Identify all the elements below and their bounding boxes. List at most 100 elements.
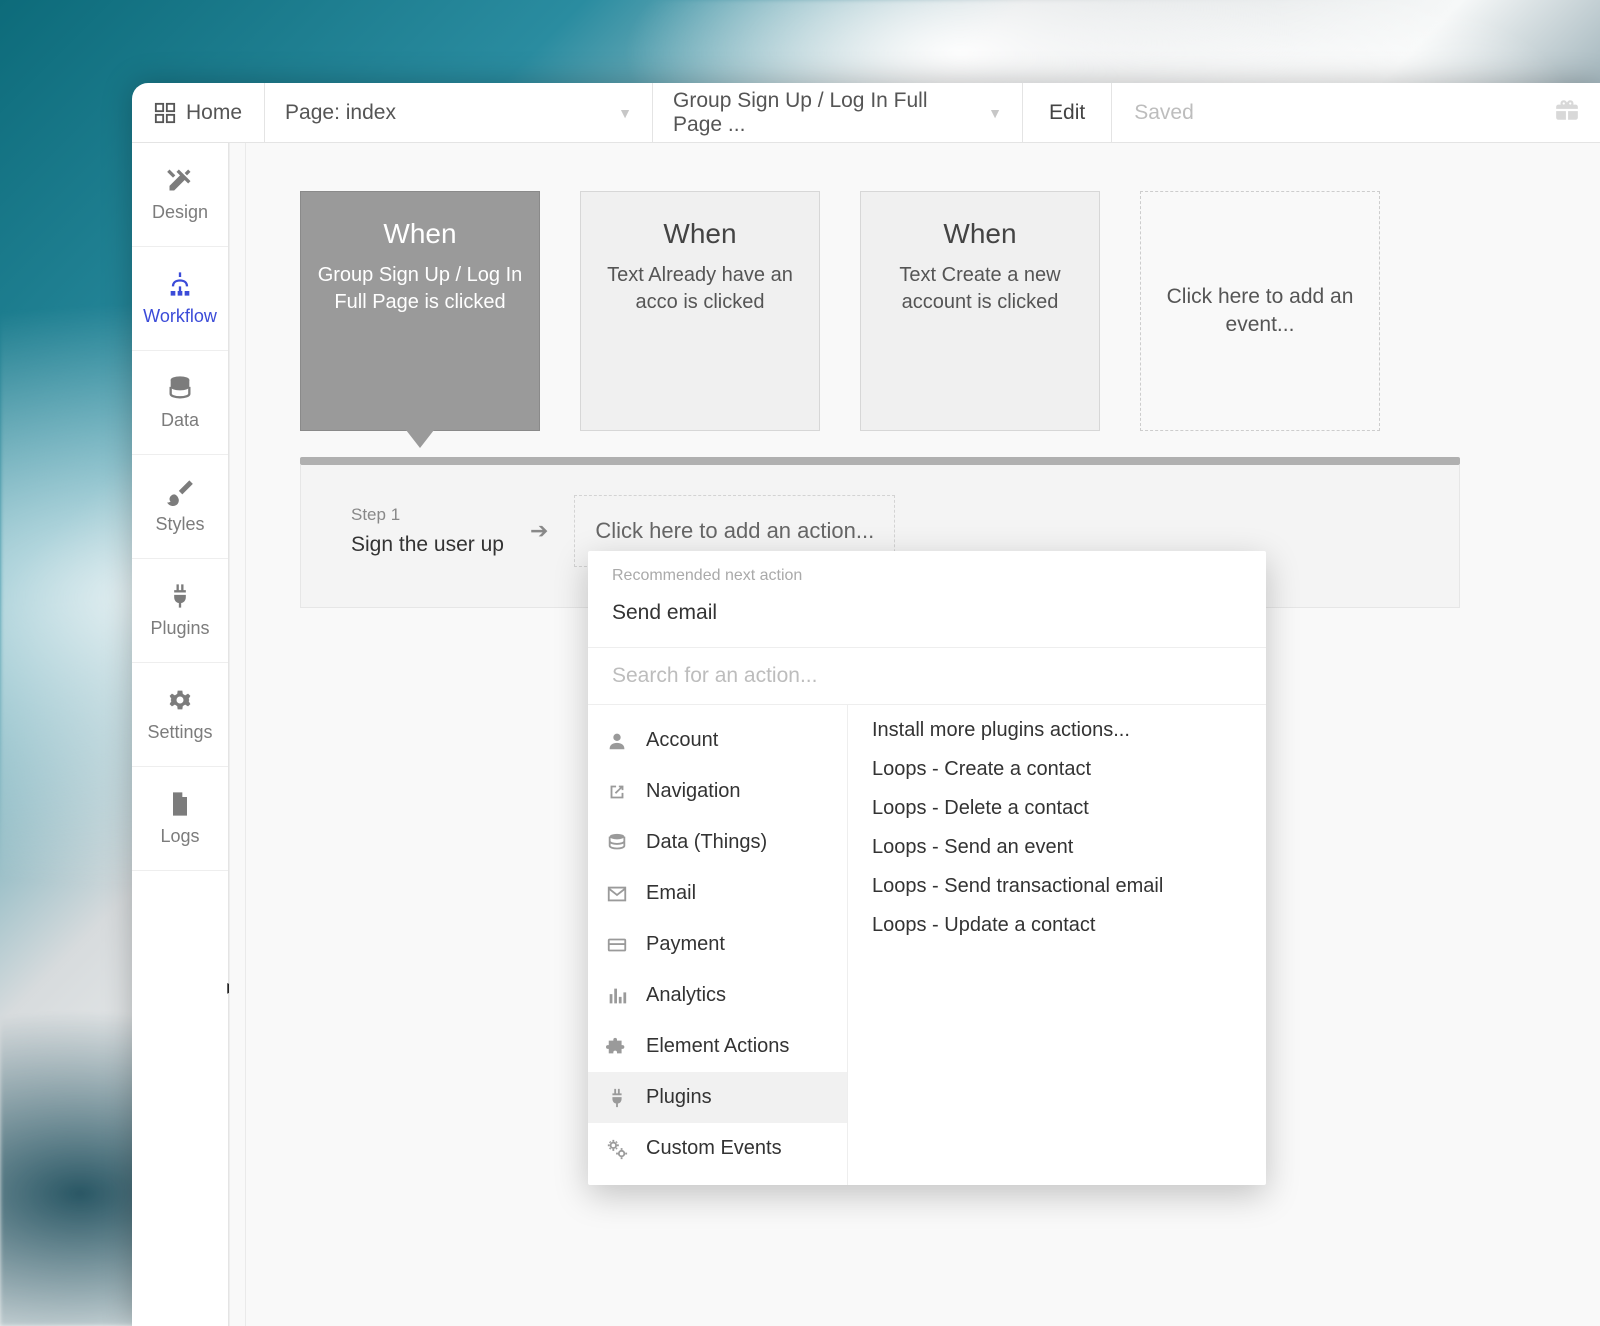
category-navigation[interactable]: Navigation: [588, 766, 847, 817]
database-icon: [606, 832, 628, 854]
event-eyebrow: When: [663, 218, 736, 250]
envelope-icon: [606, 883, 628, 905]
gift-icon: [1554, 97, 1580, 123]
add-action-label: Click here to add an action...: [595, 518, 874, 543]
category-label: Custom Events: [646, 1137, 782, 1160]
editor-body: Design Workflow Data Styles Plugins Sett…: [132, 143, 1600, 1326]
add-event-card[interactable]: Click here to add an event...: [1140, 191, 1380, 431]
event-eyebrow: When: [383, 218, 456, 250]
pencil-ruler-icon: [166, 166, 194, 194]
sidebar-item-label: Plugins: [150, 618, 209, 639]
category-label: Email: [646, 882, 696, 905]
event-card[interactable]: When Text Already have an acco is clicke…: [580, 191, 820, 431]
category-data[interactable]: Data (Things): [588, 817, 847, 868]
sidebar-item-plugins[interactable]: Plugins: [132, 559, 228, 663]
category-element-actions[interactable]: Element Actions: [588, 1021, 847, 1072]
saved-label: Saved: [1134, 101, 1194, 124]
action-item[interactable]: Loops - Send transactional email: [872, 875, 1242, 898]
category-plugins[interactable]: Plugins: [588, 1072, 847, 1123]
sidebar-item-label: Data: [161, 410, 199, 431]
event-description: Text Create a new account is clicked: [877, 262, 1083, 316]
event-eyebrow: When: [943, 218, 1016, 250]
recommended-action[interactable]: Send email: [612, 591, 1242, 641]
puzzle-icon: [606, 1036, 628, 1058]
sidebar-item-label: Workflow: [143, 306, 217, 327]
sidebar-item-data[interactable]: Data: [132, 351, 228, 455]
chevron-down-icon: ▼: [618, 105, 632, 121]
sidebar-item-logs[interactable]: Logs: [132, 767, 228, 871]
panel-body: Account Navigation Data (Things): [588, 705, 1266, 1185]
recommended-label: Recommended next action: [612, 567, 1242, 585]
action-item[interactable]: Loops - Update a contact: [872, 914, 1242, 937]
category-label: Navigation: [646, 780, 741, 803]
category-label: Data (Things): [646, 831, 767, 854]
plug-icon: [606, 1087, 628, 1109]
sidebar-item-design[interactable]: Design: [132, 143, 228, 247]
category-email[interactable]: Email: [588, 868, 847, 919]
action-item[interactable]: Loops - Send an event: [872, 836, 1242, 859]
sitemap-icon: [166, 270, 194, 298]
element-selector[interactable]: Group Sign Up / Log In Full Page ... ▼: [653, 83, 1023, 142]
step-title: Sign the user up: [351, 533, 504, 557]
events-row: When Group Sign Up / Log In Full Page is…: [300, 191, 1600, 431]
external-link-icon: [606, 781, 628, 803]
action-item[interactable]: Loops - Delete a contact: [872, 797, 1242, 820]
add-event-label: Click here to add an event...: [1165, 283, 1355, 340]
panel-header: Recommended next action Send email: [588, 551, 1266, 647]
timeline-strip: [300, 457, 1460, 465]
edit-label: Edit: [1049, 101, 1085, 125]
gift-button[interactable]: [1534, 97, 1600, 129]
category-label: Element Actions: [646, 1035, 789, 1058]
category-custom-events[interactable]: Custom Events: [588, 1123, 847, 1174]
save-status: Saved: [1112, 101, 1216, 125]
edit-button[interactable]: Edit: [1023, 83, 1112, 142]
category-account[interactable]: Account: [588, 715, 847, 766]
sidebar-item-label: Logs: [160, 826, 199, 847]
category-label: Payment: [646, 933, 725, 956]
element-selector-label: Group Sign Up / Log In Full Page ...: [673, 89, 978, 137]
page-selector-label: Page: index: [285, 101, 396, 125]
event-card[interactable]: When Text Create a new account is clicke…: [860, 191, 1100, 431]
editor-window: Home Page: index ▼ Group Sign Up / Log I…: [132, 83, 1600, 1326]
action-item[interactable]: Loops - Create a contact: [872, 758, 1242, 781]
home-label: Home: [186, 101, 242, 125]
sidebar-item-label: Styles: [155, 514, 204, 535]
category-payment[interactable]: Payment: [588, 919, 847, 970]
sidebar: Design Workflow Data Styles Plugins Sett…: [132, 143, 229, 1326]
sidebar-item-workflow[interactable]: Workflow: [132, 247, 228, 351]
category-column: Account Navigation Data (Things): [588, 705, 848, 1185]
category-label: Account: [646, 729, 718, 752]
page-selector[interactable]: Page: index ▼: [265, 83, 653, 142]
event-description: Group Sign Up / Log In Full Page is clic…: [317, 262, 523, 316]
user-icon: [606, 730, 628, 752]
panel-search: [588, 647, 1266, 705]
category-analytics[interactable]: Analytics: [588, 970, 847, 1021]
arrow-right-icon: ➔: [530, 518, 548, 544]
plug-icon: [166, 582, 194, 610]
action-picker-panel: Recommended next action Send email Accou…: [588, 551, 1266, 1185]
workflow-canvas: When Group Sign Up / Log In Full Page is…: [229, 143, 1600, 1326]
sidebar-item-settings[interactable]: Settings: [132, 663, 228, 767]
database-icon: [166, 374, 194, 402]
event-card[interactable]: When Group Sign Up / Log In Full Page is…: [300, 191, 540, 431]
home-button[interactable]: Home: [132, 83, 265, 142]
sidebar-item-styles[interactable]: Styles: [132, 455, 228, 559]
sidebar-item-label: Settings: [147, 722, 212, 743]
chevron-down-icon: ▼: [988, 105, 1002, 121]
step-card[interactable]: Step 1 Sign the user up: [351, 505, 504, 557]
step-label: Step 1: [351, 505, 504, 525]
file-icon: [166, 790, 194, 818]
event-description: Text Already have an acco is clicked: [597, 262, 803, 316]
credit-card-icon: [606, 934, 628, 956]
category-label: Analytics: [646, 984, 726, 1007]
action-search-input[interactable]: [588, 648, 1266, 704]
sidebar-item-label: Design: [152, 202, 208, 223]
gear-icon: [166, 686, 194, 714]
steps-area: Step 1 Sign the user up ➔ Click here to …: [300, 465, 1460, 608]
brush-icon: [166, 478, 194, 506]
action-item[interactable]: Install more plugins actions...: [872, 719, 1242, 742]
chart-icon: [606, 985, 628, 1007]
actions-column: Install more plugins actions... Loops - …: [848, 705, 1266, 1185]
category-label: Plugins: [646, 1086, 712, 1109]
gears-icon: [606, 1138, 628, 1160]
